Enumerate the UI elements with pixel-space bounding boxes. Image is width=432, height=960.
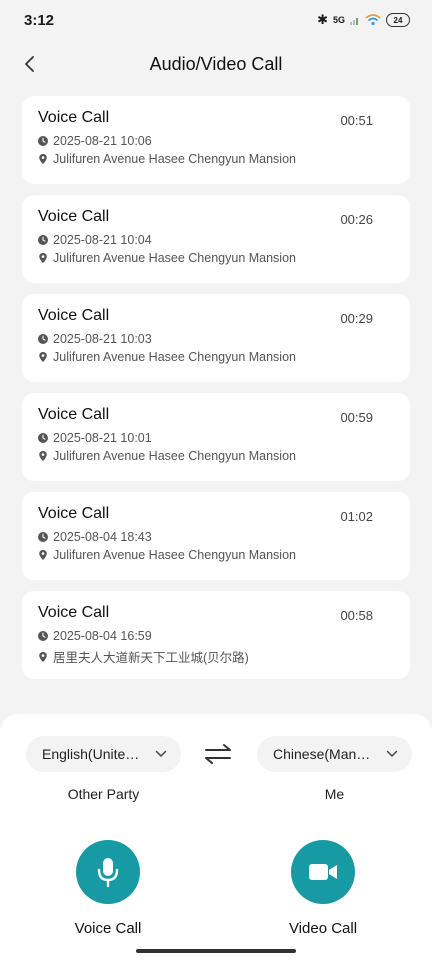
call-datetime: 2025-08-21 10:04 (53, 233, 152, 247)
call-record-card[interactable]: Voice Call 01:02 2025-08-04 18:43 Julifuren… (22, 492, 410, 580)
call-datetime-row: 2025-08-04 16:59 (38, 629, 394, 643)
location-pin-icon (39, 352, 47, 362)
back-button[interactable] (18, 52, 42, 76)
network-type: 5G (332, 15, 345, 25)
language-row: English(Unite… Chinese(Man… (26, 736, 412, 772)
call-location: Julifuren Avenue Hasee Chengyun Mansion (53, 251, 296, 265)
clock-icon (38, 334, 48, 344)
call-location: 居里夫人大道新天下工业城(贝尔路) (53, 651, 249, 665)
clock-icon (38, 433, 48, 443)
call-duration: 00:26 (340, 212, 373, 227)
location-pin-icon (39, 154, 47, 164)
call-record-card[interactable]: Voice Call 00:51 2025-08-21 10:06 Julifuren… (22, 96, 410, 184)
status-time: 3:12 (24, 11, 55, 29)
my-language-select[interactable]: Chinese(Man… (257, 736, 412, 772)
call-datetime-row: 2025-08-21 10:06 (38, 134, 394, 148)
call-datetime-row: 2025-08-21 10:03 (38, 332, 394, 346)
call-duration: 00:59 (340, 410, 373, 425)
other-party-language-value: English(Unite… (42, 746, 140, 762)
call-datetime-row: 2025-08-21 10:01 (38, 431, 394, 445)
other-party-label: Other Party (67, 786, 140, 802)
video-call-button[interactable] (291, 840, 355, 904)
page-title: Audio/Video Call (149, 53, 283, 74)
call-list: Voice Call 00:51 2025-08-21 10:06 Julifuren… (22, 96, 410, 690)
clock-icon (38, 532, 48, 542)
wifi-icon (365, 14, 381, 26)
call-location: Julifuren Avenue Hasee Chengyun Mansion (53, 449, 296, 463)
video-camera-icon (309, 864, 337, 880)
status-icons: ✱ 5G 24 (317, 12, 410, 28)
call-duration: 00:58 (340, 608, 373, 623)
clock-icon (38, 631, 48, 641)
voice-call-label: Voice Call (74, 920, 142, 937)
location-pin-icon (39, 451, 47, 461)
call-record-card[interactable]: Voice Call 00:26 2025-08-21 10:04 Julifuren… (22, 195, 410, 283)
call-datetime-row: 2025-08-04 18:43 (38, 530, 394, 544)
call-datetime-row: 2025-08-21 10:04 (38, 233, 394, 247)
call-duration: 01:02 (340, 509, 373, 524)
battery-icon: 24 (386, 13, 410, 27)
call-datetime: 2025-08-21 10:01 (53, 431, 152, 445)
call-location-row: Julifuren Avenue Hasee Chengyun Mansion (38, 548, 394, 562)
call-location: Julifuren Avenue Hasee Chengyun Mansion (53, 548, 296, 562)
call-location-row: 居里夫人大道新天下工业城(贝尔路) (38, 647, 394, 666)
location-pin-icon (39, 550, 47, 560)
video-call-label: Video Call (288, 920, 358, 937)
header: Audio/Video Call (0, 40, 432, 88)
call-location: Julifuren Avenue Hasee Chengyun Mansion (53, 152, 296, 166)
call-location-row: Julifuren Avenue Hasee Chengyun Mansion (38, 152, 394, 166)
bottom-panel: English(Unite… Chinese(Man… Other Party … (0, 714, 432, 960)
call-datetime: 2025-08-04 16:59 (53, 629, 152, 643)
chevron-left-icon (25, 56, 34, 72)
chevron-down-icon (155, 750, 167, 758)
call-location-row: Julifuren Avenue Hasee Chengyun Mansion (38, 449, 394, 463)
call-duration: 00:51 (340, 113, 373, 128)
bluetooth-icon: ✱ (317, 12, 328, 27)
swap-languages-icon[interactable] (203, 742, 233, 766)
microphone-icon (97, 858, 119, 888)
chevron-down-icon (386, 750, 398, 758)
location-pin-icon (39, 253, 47, 263)
home-indicator[interactable] (136, 949, 296, 953)
call-record-card[interactable]: Voice Call 00:29 2025-08-21 10:03 Julifuren… (22, 294, 410, 382)
other-party-language-select[interactable]: English(Unite… (26, 736, 181, 772)
call-datetime: 2025-08-21 10:03 (53, 332, 152, 346)
clock-icon (38, 235, 48, 245)
location-pin-icon (39, 651, 47, 662)
voice-call-button[interactable] (76, 840, 140, 904)
status-bar: 3:12 ✱ 5G 24 (0, 0, 432, 40)
call-record-card[interactable]: Voice Call 00:58 2025-08-04 16:59 居里夫人大道新天下… (22, 591, 410, 679)
clock-icon (38, 136, 48, 146)
call-datetime: 2025-08-04 18:43 (53, 530, 152, 544)
my-language-value: Chinese(Man… (273, 746, 371, 762)
call-location-row: Julifuren Avenue Hasee Chengyun Mansion (38, 350, 394, 364)
call-location: Julifuren Avenue Hasee Chengyun Mansion (53, 350, 296, 364)
signal-icon (350, 16, 360, 25)
call-datetime: 2025-08-21 10:06 (53, 134, 152, 148)
call-location-row: Julifuren Avenue Hasee Chengyun Mansion (38, 251, 394, 265)
call-duration: 00:29 (340, 311, 373, 326)
me-label: Me (324, 786, 345, 802)
call-record-card[interactable]: Voice Call 00:59 2025-08-21 10:01 Julifuren… (22, 393, 410, 481)
